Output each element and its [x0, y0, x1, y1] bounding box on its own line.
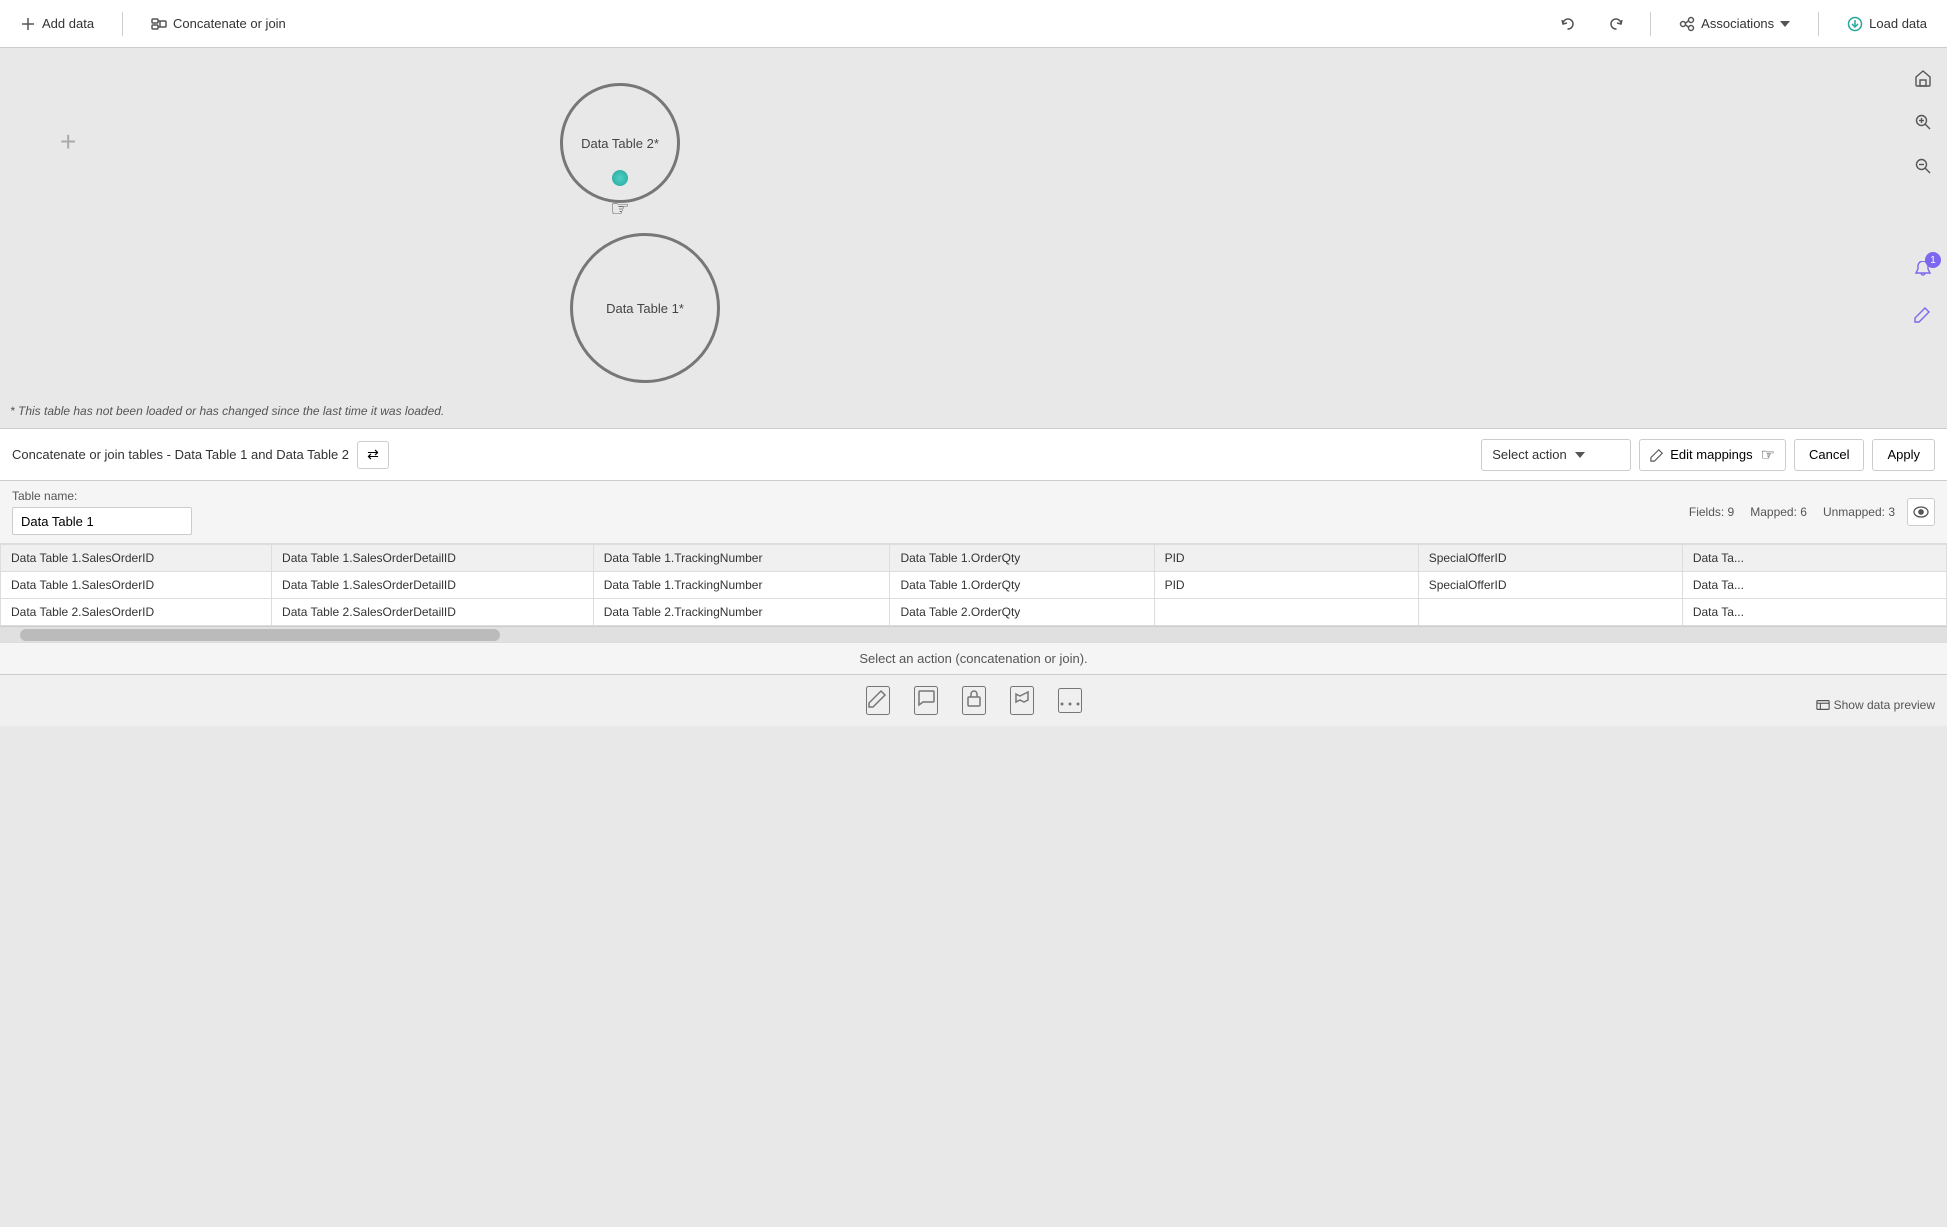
cell-1-4: [1154, 599, 1418, 626]
concat-title: Concatenate or join tables - Data Table …: [12, 447, 349, 462]
concatenate-join-label: Concatenate or join: [173, 16, 286, 31]
cell-1-6: Data Ta...: [1682, 599, 1946, 626]
toolbar-separator-2: [1650, 12, 1651, 36]
show-data-preview[interactable]: Show data preview: [1816, 698, 1935, 712]
grid-header-row: Data Table 1.SalesOrderID Data Table 1.S…: [1, 545, 1947, 572]
unmapped-count: Unmapped: 3: [1823, 505, 1895, 519]
table-name-input[interactable]: [12, 507, 192, 535]
grid-table: Data Table 1.SalesOrderID Data Table 1.S…: [0, 544, 1947, 626]
zoom-in-icon-btn[interactable]: [1905, 104, 1941, 140]
cell-0-3: Data Table 1.OrderQty: [890, 572, 1154, 599]
zoom-out-icon-btn[interactable]: [1905, 148, 1941, 184]
apply-button[interactable]: Apply: [1872, 439, 1935, 471]
pencil-side-icon-btn[interactable]: [1905, 296, 1941, 332]
concat-toolbar: Concatenate or join tables - Data Table …: [0, 429, 1947, 481]
table-name-label: Table name:: [12, 489, 192, 503]
badge-number: 1: [1925, 252, 1941, 268]
cancel-button[interactable]: Cancel: [1794, 439, 1864, 471]
settings-bottom-icon-btn[interactable]: [1010, 686, 1034, 715]
data-table-1-label: Data Table 1*: [606, 301, 684, 316]
cell-0-5: SpecialOfferID: [1418, 572, 1682, 599]
fields-info: Fields: 9 Mapped: 6 Unmapped: 3: [1689, 505, 1895, 519]
show-data-preview-label: Show data preview: [1834, 698, 1935, 712]
col-header-2: Data Table 1.TrackingNumber: [593, 545, 890, 572]
toolbar-separator-3: [1818, 12, 1819, 36]
badge-icon-container[interactable]: 1: [1905, 252, 1941, 288]
cell-1-5: [1418, 599, 1682, 626]
scrollbar-area[interactable]: [0, 626, 1947, 642]
select-action-label: Select action: [1492, 447, 1566, 462]
bottom-panel: Concatenate or join tables - Data Table …: [0, 428, 1947, 726]
col-header-6: Data Ta...: [1682, 545, 1946, 572]
associations-button[interactable]: Associations: [1671, 12, 1798, 36]
more-bottom-icon-btn[interactable]: [1058, 688, 1082, 713]
add-data-button[interactable]: Add data: [12, 12, 102, 36]
eye-button[interactable]: [1907, 498, 1935, 526]
grid-row-1: Data Table 2.SalesOrderID Data Table 2.S…: [1, 599, 1947, 626]
cell-1-0: Data Table 2.SalesOrderID: [1, 599, 272, 626]
chat-bottom-icon-btn[interactable]: [914, 686, 938, 715]
table-name-section: Table name:: [12, 489, 192, 535]
grid-row-0: Data Table 1.SalesOrderID Data Table 1.S…: [1, 572, 1947, 599]
hint-text: Select an action (concatenation or join)…: [0, 642, 1947, 674]
data-table-2-label: Data Table 2*: [581, 136, 659, 151]
swap-button[interactable]: ⇄: [357, 441, 389, 469]
show-data-preview-icon: [1816, 699, 1830, 711]
data-grid[interactable]: Data Table 1.SalesOrderID Data Table 1.S…: [0, 544, 1947, 626]
right-side-icons: 1: [1899, 48, 1947, 428]
lock-bottom-icon-btn[interactable]: [962, 686, 986, 715]
data-table-1-node[interactable]: Data Table 1*: [570, 233, 720, 383]
load-data-label: Load data: [1869, 16, 1927, 31]
col-header-4: PID: [1154, 545, 1418, 572]
toolbar-separator-1: [122, 12, 123, 36]
teal-dot-node2: [612, 170, 628, 186]
bottom-icon-bar: Show data preview: [0, 674, 1947, 726]
col-header-0: Data Table 1.SalesOrderID: [1, 545, 272, 572]
eye-icon: [1913, 506, 1929, 518]
scrollbar-thumb[interactable]: [20, 629, 500, 641]
select-action-dropdown[interactable]: Select action: [1481, 439, 1631, 471]
canvas-area: + Data Table 2* ☞ Data Table 1* * This t…: [0, 48, 1947, 428]
col-header-3: Data Table 1.OrderQty: [890, 545, 1154, 572]
cell-0-6: Data Ta...: [1682, 572, 1946, 599]
mapped-count: Mapped: 6: [1750, 505, 1807, 519]
add-node-button[interactable]: +: [60, 128, 76, 156]
fields-count: Fields: 9: [1689, 505, 1734, 519]
pencil-bottom-icon-btn[interactable]: [866, 686, 890, 715]
cell-1-2: Data Table 2.TrackingNumber: [593, 599, 890, 626]
associations-label: Associations: [1701, 16, 1774, 31]
cell-0-2: Data Table 1.TrackingNumber: [593, 572, 890, 599]
col-header-1: Data Table 1.SalesOrderDetailID: [272, 545, 594, 572]
data-table-2-node[interactable]: Data Table 2* ☞: [560, 83, 680, 203]
dropdown-arrow-icon: [1575, 452, 1585, 458]
col-header-5: SpecialOfferID: [1418, 545, 1682, 572]
undo-button[interactable]: [1554, 12, 1582, 36]
table-name-row: Table name: Fields: 9 Mapped: 6 Unmapped…: [0, 481, 1947, 544]
edit-mappings-label: Edit mappings: [1670, 447, 1752, 462]
edit-mappings-button[interactable]: Edit mappings ☞: [1639, 439, 1786, 471]
home-icon-btn[interactable]: [1905, 60, 1941, 96]
cell-1-1: Data Table 2.SalesOrderDetailID: [272, 599, 594, 626]
top-toolbar: Add data Concatenate or join Association: [0, 0, 1947, 48]
cell-0-0: Data Table 1.SalesOrderID: [1, 572, 272, 599]
cursor-hand-node2: ☞: [610, 196, 630, 222]
cell-0-1: Data Table 1.SalesOrderDetailID: [272, 572, 594, 599]
load-data-button[interactable]: Load data: [1839, 12, 1935, 36]
cell-1-3: Data Table 2.OrderQty: [890, 599, 1154, 626]
cursor-hand-edit: ☞: [1761, 445, 1775, 465]
canvas-note: * This table has not been loaded or has …: [10, 404, 444, 418]
edit-icon: [1650, 448, 1664, 462]
add-data-label: Add data: [42, 16, 94, 31]
redo-button[interactable]: [1602, 12, 1630, 36]
cell-0-4: PID: [1154, 572, 1418, 599]
concatenate-join-button[interactable]: Concatenate or join: [143, 12, 294, 36]
